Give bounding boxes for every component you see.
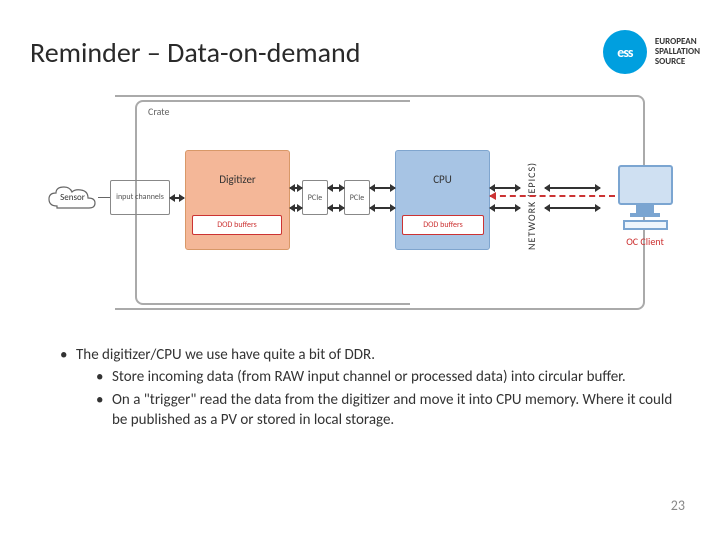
monitor-icon bbox=[618, 165, 673, 205]
pcie-box-1: PCIe bbox=[302, 180, 328, 215]
keyboard-icon bbox=[623, 220, 668, 230]
connector-arrow bbox=[490, 187, 520, 189]
ess-logo: ess EUROPEAN SPALLATION SOURCE bbox=[603, 30, 700, 74]
ess-logo-mark: ess bbox=[603, 30, 647, 74]
monitor-stand-icon bbox=[636, 205, 654, 213]
page-number: 23 bbox=[671, 497, 685, 514]
cpu-box: CPU bbox=[395, 150, 490, 250]
digitizer-label: Digitizer bbox=[219, 173, 256, 186]
trigger-arrow bbox=[490, 195, 615, 197]
oc-client-label: OC Client bbox=[626, 235, 664, 248]
cpu-label: CPU bbox=[433, 173, 452, 186]
connector-arrow bbox=[328, 207, 344, 209]
bullet-1: The digitizer/CPU we use have quite a bi… bbox=[60, 345, 675, 365]
bullet-1a: Store incoming data (from RAW input chan… bbox=[96, 367, 675, 387]
connector-arrow bbox=[290, 207, 302, 209]
pcie-box-2: PCIe bbox=[344, 180, 370, 215]
connector-arrow bbox=[170, 197, 184, 199]
sensor-label: Sensor bbox=[60, 192, 85, 203]
bullet-list: The digitizer/CPU we use have quite a bi… bbox=[60, 345, 675, 432]
slide-header: Reminder – Data-on-demand ess EUROPEAN S… bbox=[0, 30, 720, 74]
connector-arrow bbox=[370, 187, 395, 189]
ess-logo-text: EUROPEAN SPALLATION SOURCE bbox=[655, 37, 700, 67]
digitizer-box: Digitizer bbox=[185, 150, 290, 250]
sensor-cloud: Sensor bbox=[45, 180, 100, 215]
connector-arrow bbox=[370, 207, 395, 209]
oc-client: OC Client bbox=[605, 165, 685, 260]
connector-arrow bbox=[545, 207, 600, 209]
connector-arrow bbox=[328, 187, 344, 189]
monitor-base-icon bbox=[630, 213, 660, 217]
bullet-1b: On a "trigger" read the data from the di… bbox=[96, 390, 675, 431]
input-channels-box: input channels bbox=[110, 180, 170, 215]
architecture-diagram: Crate Sensor input channels Digitizer DO… bbox=[20, 95, 700, 310]
cpu-dod-buffer: DOD buffers bbox=[402, 215, 484, 235]
connector-arrow bbox=[490, 207, 520, 209]
network-label: NETWORK (EPICS) bbox=[525, 150, 538, 250]
page-title: Reminder – Data-on-demand bbox=[30, 35, 360, 70]
connector-arrow bbox=[290, 187, 302, 189]
connector-arrow bbox=[98, 197, 110, 198]
digitizer-dod-buffer: DOD buffers bbox=[192, 215, 282, 235]
connector-arrow bbox=[545, 187, 600, 189]
logo-line3: SOURCE bbox=[655, 57, 700, 67]
